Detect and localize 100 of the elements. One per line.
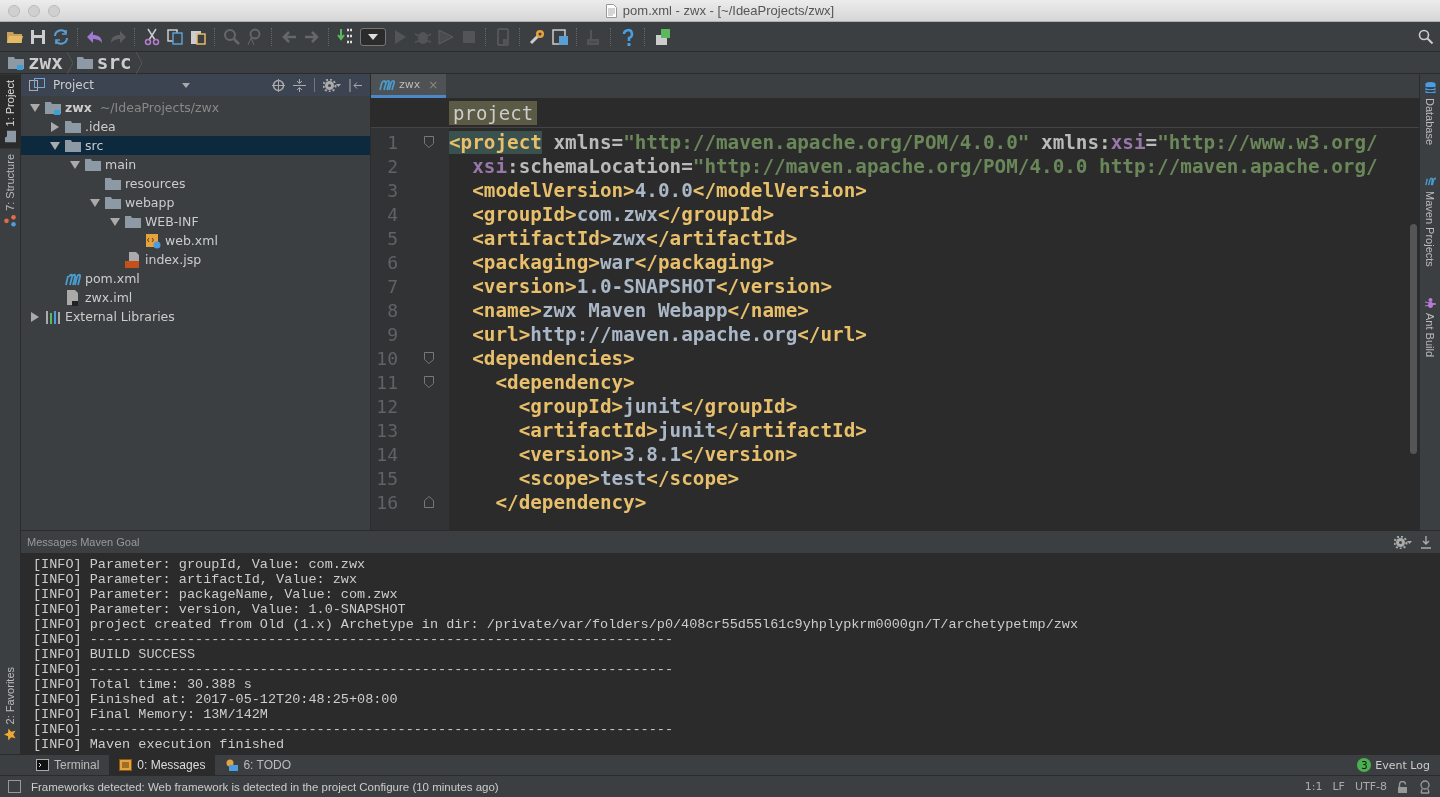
tree-row[interactable]: main [21, 155, 370, 174]
code-line: </dependency> [494, 490, 647, 514]
collapse-arrow-icon[interactable] [90, 197, 100, 208]
tool-window-tab[interactable]: 2: Favorites [0, 660, 20, 746]
run-configuration-dropdown[interactable] [360, 27, 386, 46]
collapse-arrow-icon[interactable] [70, 159, 80, 170]
console-line: [INFO] Final Memory: 13M/142M [33, 707, 269, 722]
line-separator-selector[interactable]: LF [1332, 780, 1345, 793]
maven-icon [379, 78, 395, 91]
tool-window-tab[interactable]: 0: Messages [109, 755, 216, 775]
chevron-icon [66, 51, 73, 74]
code-line: <dependency> [494, 370, 635, 394]
code-line: <packaging>war</packaging> [471, 250, 775, 274]
xml-file-icon [145, 232, 161, 249]
tree-row[interactable]: zwx ~/IdeaProjects/zwx [21, 98, 370, 117]
folder-icon [65, 119, 81, 134]
cut-icon[interactable] [143, 27, 161, 46]
console-line: [INFO] ------------------------------------------------------------------------ [33, 662, 674, 677]
encoding-selector[interactable]: UTF-8 [1354, 780, 1387, 793]
tool-window-tab[interactable]: Database [1420, 74, 1440, 168]
tag-breadcrumb[interactable]: project [449, 100, 538, 125]
settings-icon[interactable] [528, 27, 546, 46]
collapse-arrow-icon[interactable] [50, 140, 60, 151]
caret-position[interactable]: 1:1 [1304, 780, 1323, 793]
jsp-file-icon [125, 251, 141, 268]
tree-row[interactable]: External Libraries [21, 307, 370, 326]
code-line: <name>zwx Maven Webapp</name> [471, 298, 809, 322]
terminal-icon [36, 759, 49, 771]
tree-row[interactable]: .idea [21, 117, 370, 136]
panel-title[interactable]: Project [53, 78, 95, 92]
scrollbar-thumb[interactable] [1410, 224, 1417, 454]
tree-row[interactable]: src [21, 136, 370, 155]
inspector-icon[interactable] [1418, 779, 1432, 794]
panel-toggle-icon[interactable] [8, 780, 21, 793]
code-line: xsi:schemaLocation="http://maven.apache.org/POM/4.0.0 http://maven.apache.org/ [471, 154, 1378, 178]
sync-icon[interactable] [52, 27, 70, 46]
tree-row[interactable]: index.jsp [21, 250, 370, 269]
target-icon[interactable] [272, 78, 285, 92]
search-icon[interactable] [1418, 28, 1434, 45]
ant-icon [1424, 296, 1436, 309]
tree-row[interactable]: pom.xml [21, 269, 370, 288]
console-line: [INFO] Total time: 30.388 s [33, 677, 253, 692]
module-file-icon [65, 289, 81, 306]
folder-icon [125, 214, 141, 229]
code-line: <artifactId>junit</artifactId> [517, 418, 867, 442]
tool-window-tab[interactable]: 1: Project [0, 74, 20, 149]
breadcrumb-item[interactable]: zwx [28, 51, 63, 74]
console-line: [INFO] Parameter: groupId, Value: com.zwx [33, 557, 367, 572]
folder-icon [76, 55, 93, 70]
hide-panel-icon[interactable] [349, 78, 362, 92]
tree-row[interactable]: WEB-INF [21, 212, 370, 231]
gear-icon[interactable] [323, 78, 341, 92]
breadcrumb-item[interactable]: src [96, 51, 132, 74]
tool-window-tab[interactable]: 7: Structure [0, 148, 20, 234]
fold-end-icon[interactable] [423, 496, 434, 508]
minimize-panel-icon[interactable] [1420, 535, 1432, 549]
plugin-icon[interactable] [653, 27, 671, 46]
tool-window-tab[interactable]: Terminal [26, 755, 110, 775]
console-line: [INFO] Parameter: artifactId, Value: zwx [33, 572, 359, 587]
code-line: <version>3.8.1</version> [517, 442, 798, 466]
structure-icon[interactable] [551, 27, 569, 46]
database-icon [1424, 82, 1436, 94]
messages-icon [119, 759, 133, 771]
expand-arrow-icon[interactable] [50, 121, 60, 132]
tree-row[interactable]: web.xml [21, 231, 370, 250]
library-icon [45, 309, 61, 324]
dropdown-icon[interactable] [182, 82, 191, 88]
tool-window-tab[interactable]: Maven Projects [1420, 167, 1440, 289]
folder-icon [85, 157, 101, 172]
tree-row[interactable]: resources [21, 174, 370, 193]
collapse-arrow-icon[interactable] [110, 216, 120, 227]
copy-icon[interactable] [166, 27, 184, 46]
build-icon[interactable] [337, 27, 355, 46]
console-line: [INFO] Finished at: 2017-05-12T20:48:25+08:00 [33, 692, 399, 707]
collapse-icon[interactable] [293, 78, 306, 92]
tree-row[interactable]: zwx.iml [21, 288, 370, 307]
expand-arrow-icon[interactable] [30, 311, 40, 322]
chevron-icon [135, 51, 142, 74]
module-folder-icon [45, 100, 61, 115]
code-line: <project xmlns="http://maven.apache.org/POM/4.0.0" xmlns:xsi="http://www.w3.org/ [449, 130, 1378, 154]
console-line: [INFO] BUILD SUCCESS [33, 647, 197, 662]
panel-title: Messages Maven Goal [27, 536, 140, 548]
tree-row[interactable]: webapp [21, 193, 370, 212]
code-line: <url>http://maven.apache.org</url> [471, 322, 867, 346]
collapse-arrow-icon[interactable] [30, 102, 40, 113]
fold-marker-icon[interactable] [423, 352, 434, 364]
lock-icon[interactable] [1397, 780, 1408, 793]
tool-window-tab[interactable]: Ant Build [1420, 288, 1440, 379]
document-icon [605, 3, 617, 18]
code-line: <artifactId>zwx</artifactId> [471, 226, 798, 250]
code-line: <groupId>com.zwx</groupId> [471, 202, 775, 226]
folder-icon [4, 130, 16, 143]
todo-icon [225, 759, 239, 771]
fold-marker-icon[interactable] [423, 136, 434, 148]
editor-tab[interactable]: zwx × [371, 74, 447, 98]
gear-icon[interactable] [1394, 535, 1412, 549]
notification-count: 3 [1357, 758, 1372, 772]
tool-window-tab[interactable]: 6: TODO [215, 755, 301, 775]
fold-marker-icon[interactable] [423, 376, 434, 388]
event-log-button[interactable]: 3 Event Log [1357, 758, 1430, 772]
